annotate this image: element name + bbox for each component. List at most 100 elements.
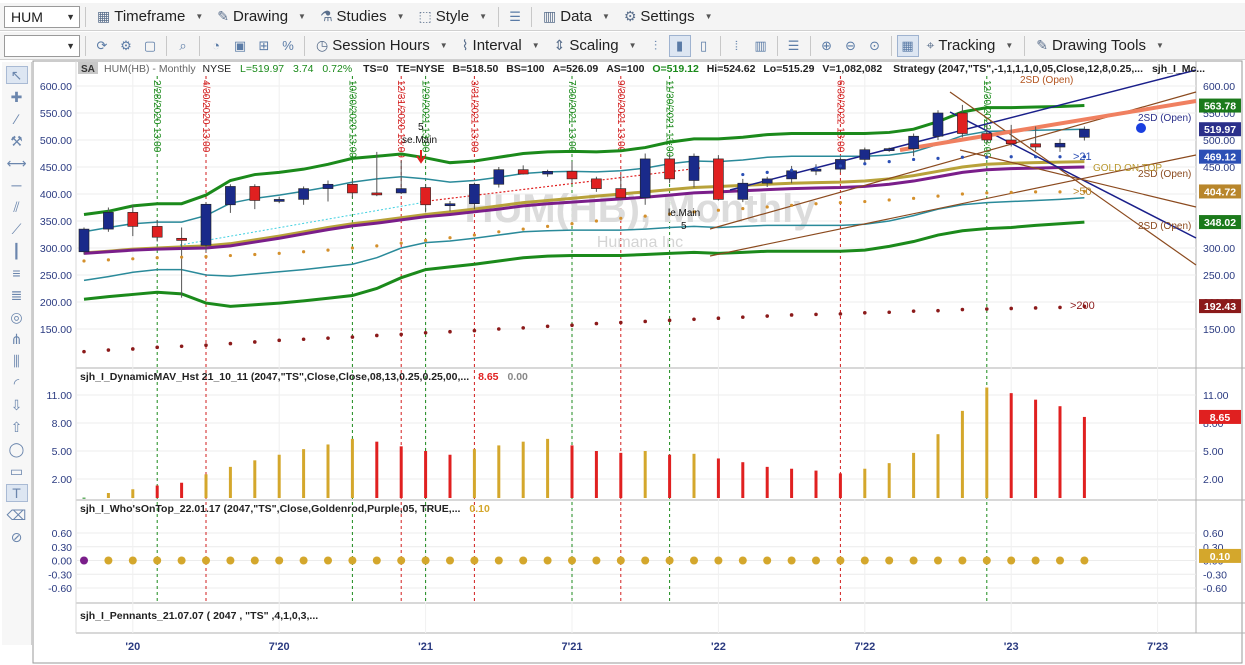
time-tick: 7'21 xyxy=(562,641,583,653)
ma21-dot xyxy=(1058,155,1062,159)
volume-tick-right: 5.00 xyxy=(1203,446,1224,458)
ma50-dot xyxy=(253,252,257,257)
whos-dot xyxy=(128,556,137,565)
volume-field: V=1,082,082 xyxy=(822,63,882,75)
whos-dot xyxy=(470,556,479,565)
signal-vline-label: 12/30/2022 13:00 xyxy=(981,80,992,158)
signal-vline-label: 10/30/2020 13:00 xyxy=(346,80,357,158)
ma200-dot xyxy=(667,318,672,323)
ma200-dot xyxy=(911,309,916,313)
ma21-label: >21 xyxy=(1073,151,1092,163)
watermark-name: Humana Inc xyxy=(597,234,683,251)
whos-dot xyxy=(153,556,162,565)
ma50-dot xyxy=(106,258,110,262)
study-tail: sjh_I_Mc... xyxy=(1152,63,1205,75)
panel2-value2: 0.00 xyxy=(507,371,528,383)
ma21-dot xyxy=(790,168,794,172)
ma21-dot xyxy=(814,166,818,170)
time-tick: '21 xyxy=(418,641,433,653)
bid-field: B=518.50 xyxy=(453,63,499,75)
time-tick: 7'23 xyxy=(1147,641,1168,653)
whos-dot xyxy=(324,556,332,565)
whos-dot xyxy=(592,556,601,565)
ma50-dot xyxy=(448,236,452,240)
sd-open-label: 2SD (Open) xyxy=(1138,113,1191,124)
ma200-dot xyxy=(448,329,452,334)
ma200-label: >200 xyxy=(1070,300,1095,312)
ma50-dot xyxy=(326,248,330,252)
signal-vline-label: 11/30/2021 13:00 xyxy=(664,80,675,158)
ma50-dot xyxy=(887,198,891,202)
mav-bar xyxy=(1034,399,1038,498)
volume-tick-left: 8.00 xyxy=(52,418,73,430)
whos-dot xyxy=(421,556,430,565)
candle-body xyxy=(273,199,285,202)
ma200-dot xyxy=(985,307,989,311)
ma50-dot xyxy=(814,202,818,206)
low-field: Lo=515.29 xyxy=(763,63,814,75)
price-tick-left: 250.00 xyxy=(40,270,72,282)
ma21-dot xyxy=(936,156,940,160)
whos-dot xyxy=(982,556,991,565)
chart-canvas[interactable]: 2/28/2020 13:00 4/30/2020 13:00 10/30/2020… xyxy=(0,0,1245,665)
se-number: 5 xyxy=(418,122,424,133)
ma50-dot xyxy=(1009,190,1013,194)
volume-tick-right: 11.00 xyxy=(1203,390,1229,402)
time-tick: 7'20 xyxy=(269,641,290,653)
mav-bar xyxy=(399,446,403,498)
mav-bar xyxy=(716,458,720,498)
candle-body xyxy=(664,158,675,180)
candle-body xyxy=(615,188,627,199)
volume-tick-left: 11.00 xyxy=(47,390,73,402)
whos-dot xyxy=(226,556,235,565)
mav-bar xyxy=(106,493,110,498)
current-price-dot xyxy=(1136,123,1146,133)
ma21-dot xyxy=(1009,155,1013,159)
header-line: HUM(HB) - Monthly NYSE L=519.97 3.74 0.7… xyxy=(104,63,1205,75)
mav-bar xyxy=(497,445,501,498)
symbol-info: HUM(HB) - Monthly xyxy=(104,63,196,75)
mav-bar xyxy=(277,454,281,498)
ma200-dot xyxy=(155,345,159,350)
whos-dot xyxy=(812,556,820,565)
ma50-dot xyxy=(790,203,794,207)
candle-body xyxy=(713,158,724,200)
whos-dot xyxy=(1031,556,1040,565)
te-field: TE=NYSE xyxy=(396,63,444,75)
panel2-title: sjh_I_DynamicMAV_Hst 21_10_11 (2047,"TS"… xyxy=(80,371,528,383)
ma50-dot xyxy=(863,199,867,204)
ma200-dot xyxy=(350,335,355,339)
candle-body xyxy=(469,183,480,205)
whos-dot xyxy=(665,556,674,565)
panel2-name: sjh_I_DynamicMAV_Hst 21_10_11 (2047,"TS"… xyxy=(80,371,469,383)
ma21-dot xyxy=(838,164,843,168)
price-tick-left: 500.00 xyxy=(40,135,72,147)
time-tick: '23 xyxy=(1004,641,1019,653)
ma50-dot xyxy=(302,250,306,254)
mav-bar xyxy=(546,438,550,498)
ma200-dot xyxy=(179,344,184,349)
ma200-dot xyxy=(82,349,86,354)
mav-bar xyxy=(887,463,891,498)
whos-dot xyxy=(934,556,942,565)
ma21-dot xyxy=(741,172,745,177)
mav-bar xyxy=(204,474,208,498)
price-badge-text: 348.02 xyxy=(1204,217,1236,229)
last-price: L=519.97 xyxy=(240,63,284,75)
volume-tick-left: 5.00 xyxy=(52,446,73,458)
ma200-dot xyxy=(1058,305,1062,310)
ts-field: TS=0 xyxy=(363,63,389,75)
whos-dot xyxy=(1007,556,1016,565)
ma21-dot xyxy=(887,160,891,164)
candle-body xyxy=(591,178,602,189)
signal-vline-label: 2/28/2020 13:00 xyxy=(151,80,162,153)
ma200-dot xyxy=(1033,306,1038,310)
price-tick-right: 250.00 xyxy=(1203,270,1235,282)
whos-dot xyxy=(958,556,967,565)
mav-bar xyxy=(863,468,867,498)
candle-body xyxy=(1030,143,1041,148)
mav-bar xyxy=(936,434,940,498)
ma200-dot xyxy=(643,319,647,324)
mav-bar xyxy=(82,497,86,499)
mav-bar xyxy=(1009,393,1013,498)
